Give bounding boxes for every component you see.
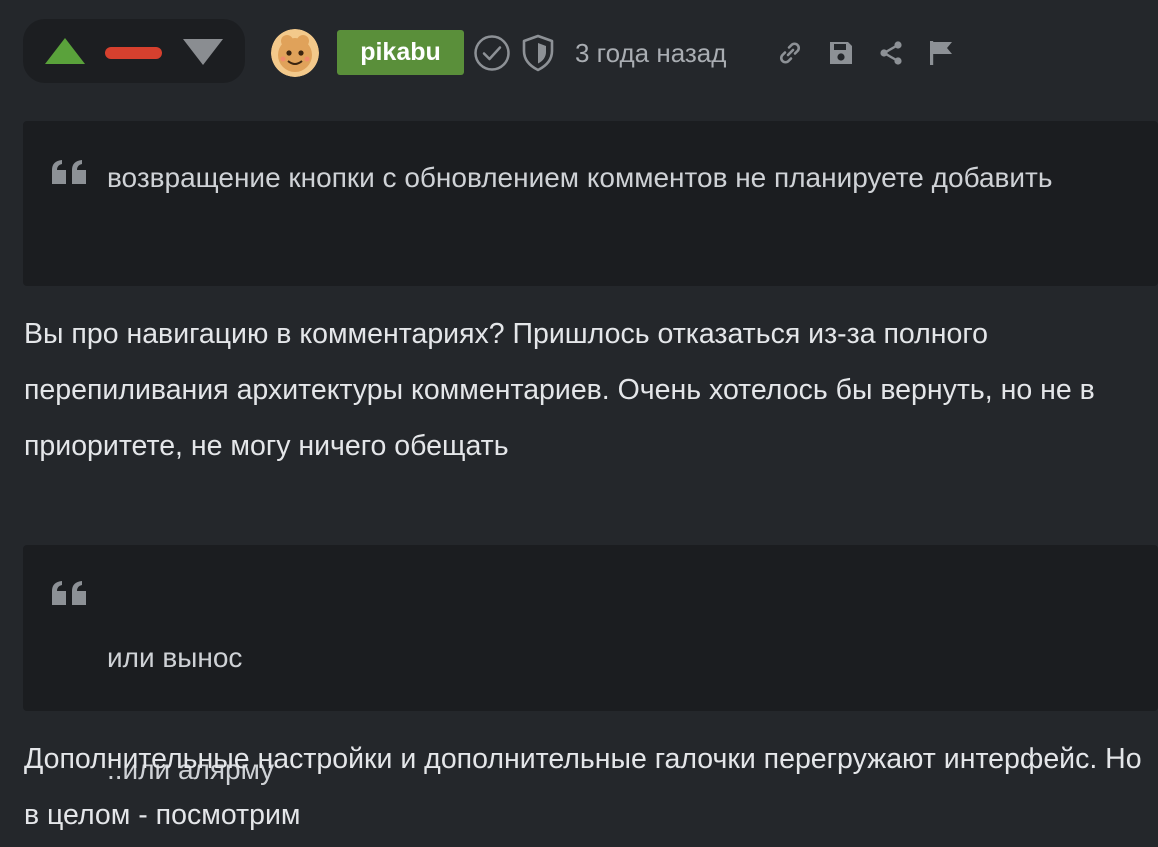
vote-panel <box>23 19 245 83</box>
quote-block: или вынос ..или алярму <box>23 545 1158 785</box>
author-name[interactable]: pikabu <box>337 30 464 75</box>
rating-bar <box>105 47 162 59</box>
link-icon[interactable] <box>778 41 802 65</box>
comment-text: Дополнительные настройки и дополнительны… <box>24 743 1142 831</box>
comment-timestamp[interactable]: 3 года назад <box>575 35 726 71</box>
shield-icon <box>522 34 554 72</box>
quote-icon <box>52 581 86 605</box>
flag-icon[interactable] <box>928 40 954 66</box>
share-icon[interactable] <box>879 40 903 66</box>
upvote-icon[interactable] <box>45 38 85 64</box>
verified-check-icon <box>474 35 510 71</box>
avatar[interactable] <box>271 29 319 77</box>
quote-line: или вынос <box>107 642 243 673</box>
cookie-avatar-icon <box>271 29 319 77</box>
save-icon[interactable] <box>828 40 854 66</box>
quote-block: возвращение кнопки с обновлением коммент… <box>23 121 1158 286</box>
downvote-icon[interactable] <box>183 39 223 65</box>
comment-text: Вы про навигацию в комментариях? Пришлос… <box>24 318 1095 462</box>
quote-icon <box>52 160 86 184</box>
quote-text: возвращение кнопки с обновлением коммент… <box>107 162 1053 193</box>
